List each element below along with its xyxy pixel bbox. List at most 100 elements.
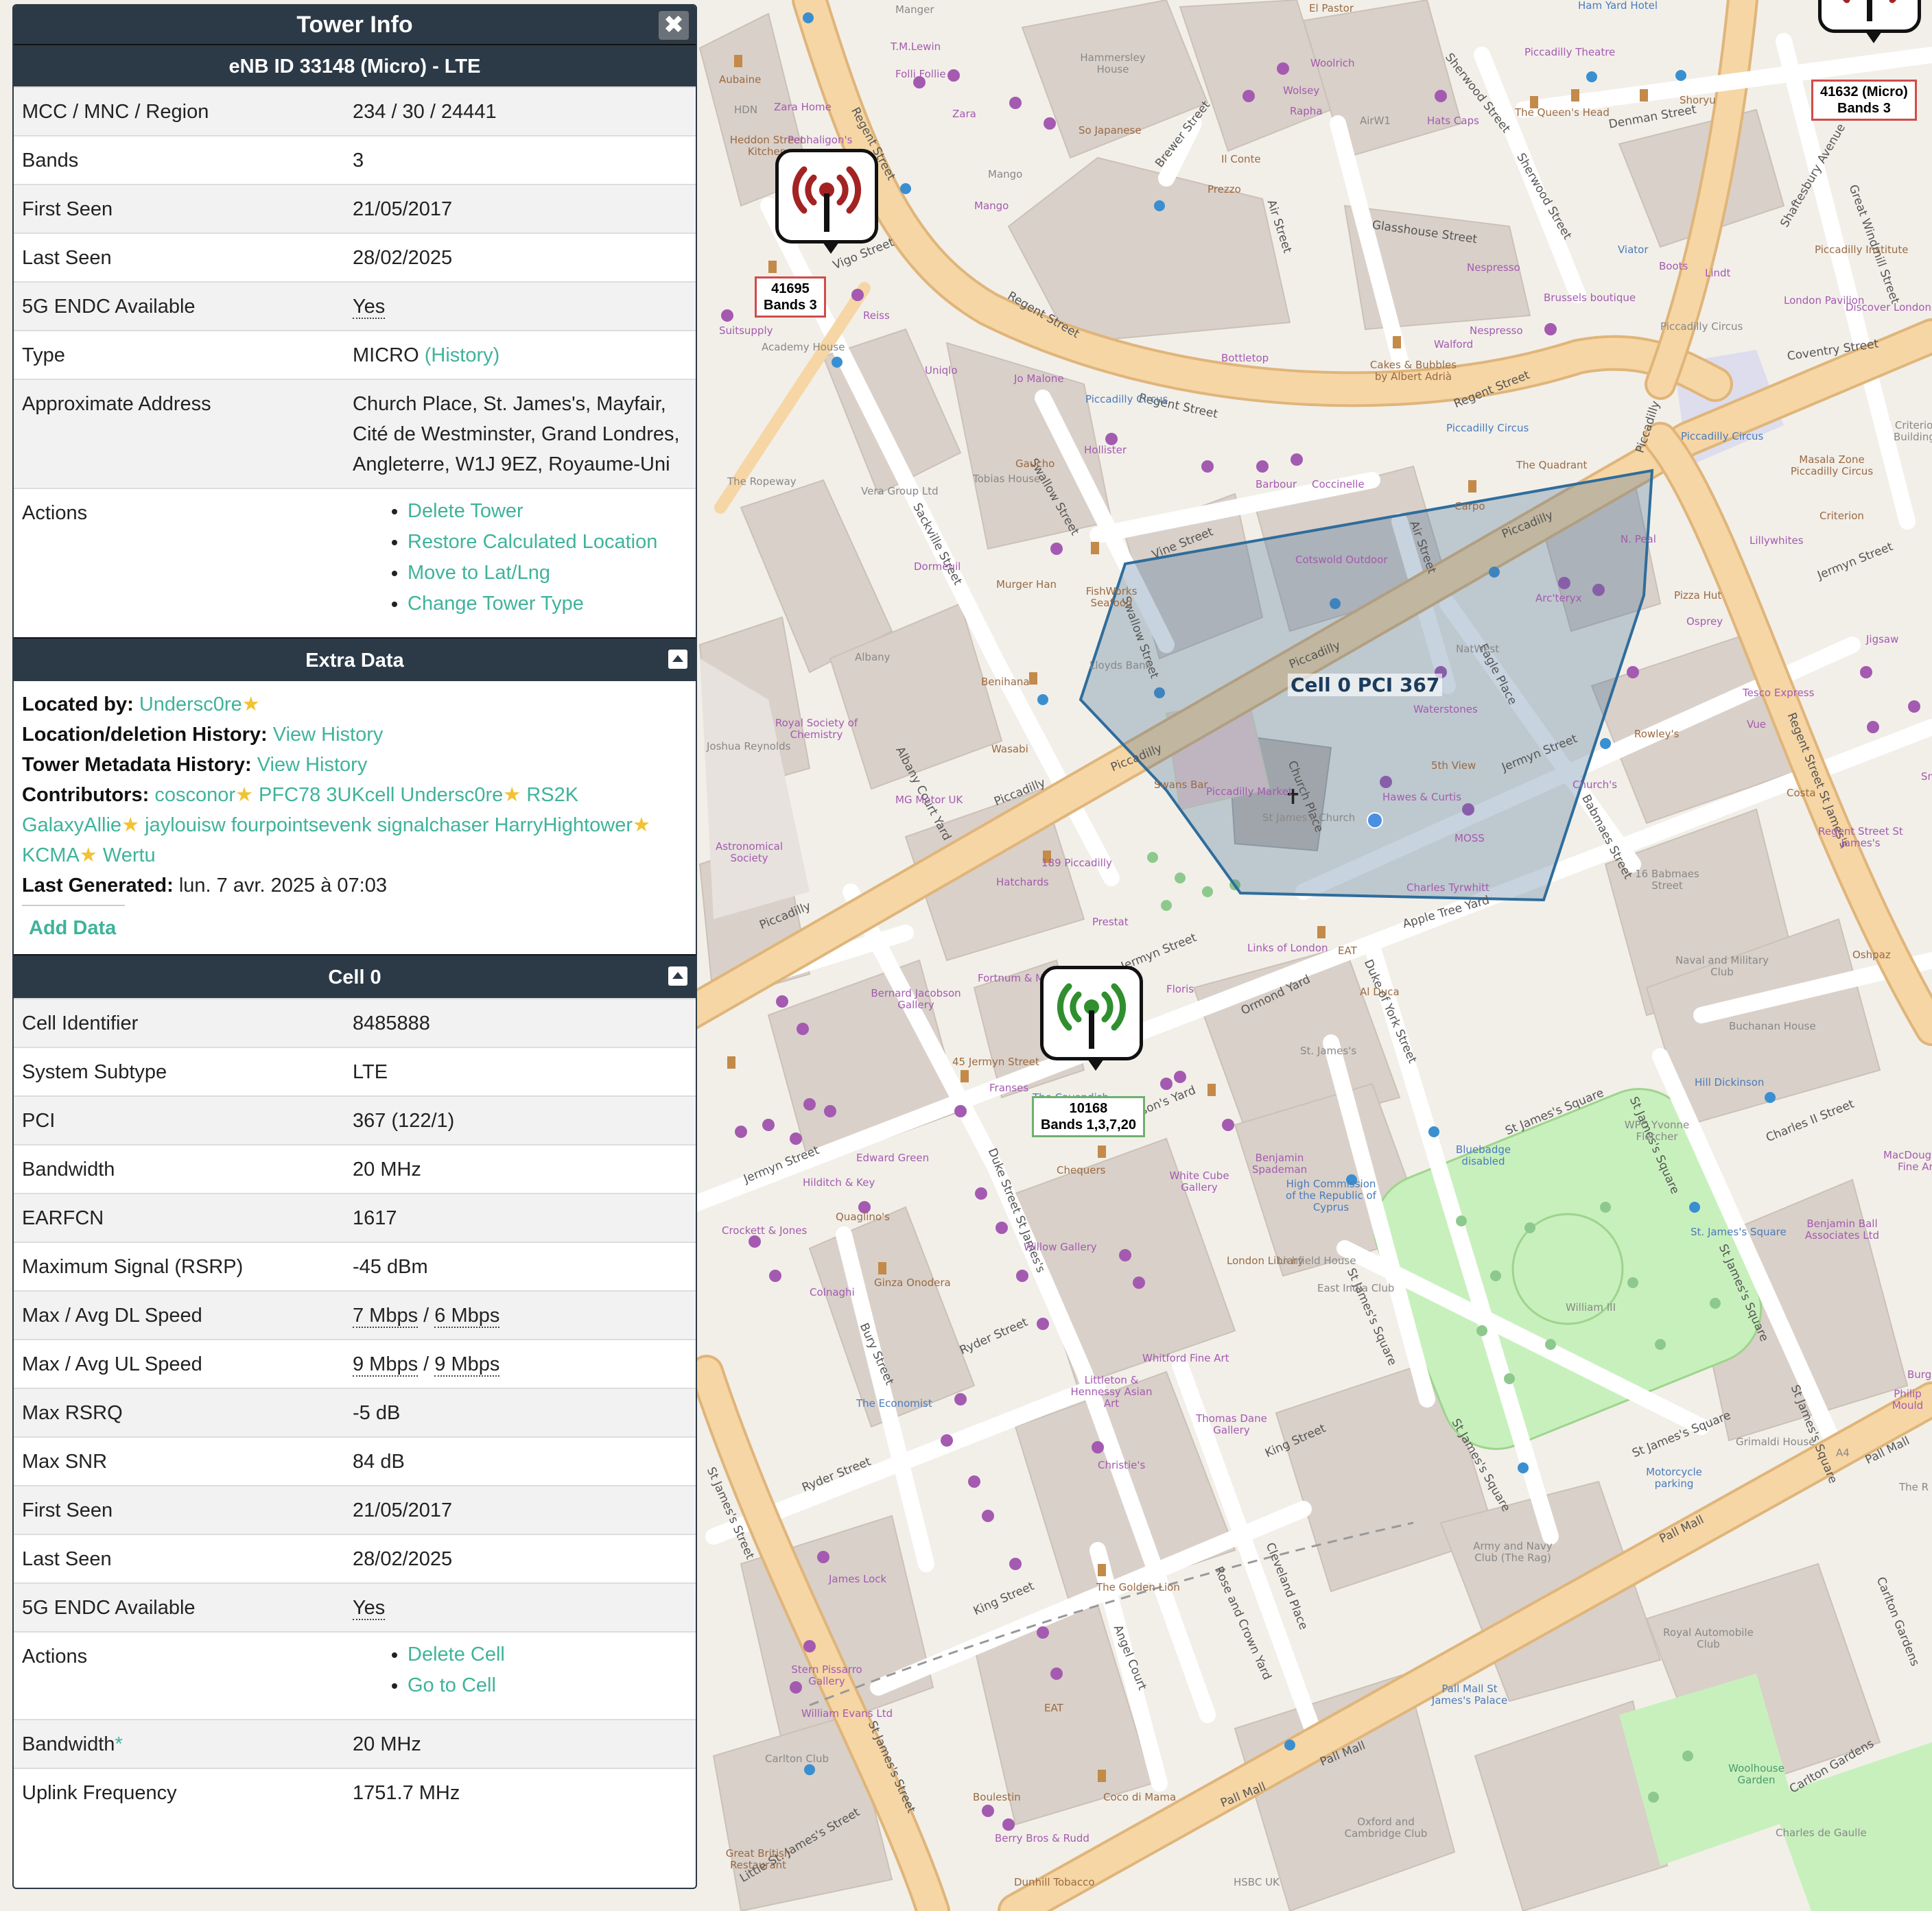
poi-label[interactable]: Al Duca xyxy=(1360,986,1400,998)
poi-label[interactable]: Murger Han xyxy=(996,579,1057,591)
poi-label[interactable]: Mango xyxy=(974,200,1009,212)
poi-label[interactable]: Wolsey xyxy=(1283,85,1319,97)
poi-label[interactable]: Oshpaz xyxy=(1852,949,1891,961)
poi-label[interactable]: Vue xyxy=(1747,719,1766,731)
poi-label[interactable]: Christie's xyxy=(1098,1460,1145,1471)
poi-label[interactable]: William Evans Ltd xyxy=(801,1708,893,1720)
poi-label[interactable]: T.M.Lewin xyxy=(891,41,941,53)
poi-label[interactable]: The R xyxy=(1899,1482,1929,1493)
poi-label[interactable]: Hats Caps xyxy=(1427,115,1479,127)
tower-action-restore-calculated-location[interactable]: Restore Calculated Location xyxy=(408,527,689,558)
poi-label[interactable]: Philip Mould xyxy=(1883,1388,1932,1412)
contributor-link[interactable]: GalaxyAllie xyxy=(22,814,121,836)
poi-label[interactable]: Criterion xyxy=(1819,510,1864,522)
poi-label[interactable]: Astronomical Society xyxy=(701,841,797,864)
poi-label[interactable]: Coco di Mama xyxy=(1103,1792,1176,1803)
poi-label[interactable]: The Economist xyxy=(856,1398,932,1410)
poi-label[interactable]: Whitford Fine Art xyxy=(1142,1353,1229,1364)
poi-label[interactable]: Mango xyxy=(988,169,1022,180)
poi-label[interactable]: MG Motor UK xyxy=(895,794,963,806)
poi-label[interactable]: Hammersley House xyxy=(1065,52,1161,75)
contributor-link[interactable]: Wertu xyxy=(103,844,156,866)
poi-label[interactable]: Uniqlo xyxy=(925,365,958,377)
poi-label[interactable]: Bernard Jacobson Gallery xyxy=(868,988,964,1011)
located-by-link[interactable]: Undersc0re xyxy=(139,693,242,715)
poi-label[interactable]: Hatchards xyxy=(996,877,1049,888)
tower-marker[interactable] xyxy=(1818,0,1921,43)
poi-label[interactable]: Piccadilly Market xyxy=(1206,786,1293,798)
poi-label[interactable]: HDN xyxy=(734,104,757,116)
poi-label[interactable]: Royal Automobile Club xyxy=(1660,1627,1756,1650)
poi-label[interactable]: Quaglino's xyxy=(836,1211,890,1223)
poi-label[interactable]: Great British Restaurant xyxy=(710,1848,806,1871)
poi-label[interactable]: Viator xyxy=(1618,244,1649,256)
poi-label[interactable]: Berry Bros & Rudd xyxy=(995,1833,1089,1844)
location-history-link[interactable]: View History xyxy=(273,724,384,746)
poi-label[interactable]: Gaucho xyxy=(1015,458,1055,470)
poi-label[interactable]: James Lock xyxy=(829,1574,886,1585)
poi-label[interactable]: AirW1 xyxy=(1360,115,1391,127)
poi-label[interactable]: Swans Bar xyxy=(1154,779,1208,791)
poi-label[interactable]: Grimaldi House xyxy=(1736,1436,1815,1448)
poi-label[interactable]: EAT xyxy=(1338,945,1357,957)
poi-label[interactable]: Ginza Onodera xyxy=(874,1277,951,1289)
poi-label[interactable]: Zara xyxy=(952,108,976,120)
poi-label[interactable]: Motorcycle parking xyxy=(1626,1467,1722,1490)
poi-label[interactable]: WPC Yvonne Fletcher xyxy=(1609,1119,1705,1143)
poi-label[interactable]: Brussels boutique xyxy=(1544,292,1636,304)
poi-label[interactable]: Colnaghi xyxy=(810,1287,855,1298)
contributor-link[interactable]: KCMA xyxy=(22,844,80,866)
poi-label[interactable]: Franses xyxy=(989,1082,1028,1094)
poi-label[interactable]: Boots xyxy=(1659,261,1688,272)
contributor-link[interactable]: jaylouisw xyxy=(145,814,226,836)
cell-action-go-to-cell[interactable]: Go to Cell xyxy=(408,1670,689,1701)
tower-action-change-tower-type[interactable]: Change Tower Type xyxy=(408,589,689,619)
poi-label[interactable]: Church's xyxy=(1572,779,1617,791)
poi-label[interactable]: Edward Green xyxy=(856,1152,929,1164)
poi-label[interactable]: Zara Home xyxy=(774,102,832,113)
poi-label[interactable]: Buchanan House xyxy=(1729,1021,1816,1032)
poi-label[interactable]: Bottletop xyxy=(1221,353,1269,364)
poi-label[interactable]: N. Peal xyxy=(1621,534,1656,545)
poi-label[interactable]: MacDougall's Fine Art xyxy=(1883,1150,1932,1173)
poi-label[interactable]: Piccadilly Institute xyxy=(1815,244,1909,256)
poi-label[interactable]: The Ropeway xyxy=(727,476,797,488)
poi-label[interactable]: Smeg xyxy=(1921,771,1932,783)
poi-label[interactable]: High Commission of the Republic of Cypru… xyxy=(1283,1178,1379,1213)
poi-label[interactable]: Tobias House xyxy=(973,473,1040,485)
poi-label[interactable]: Crockett & Jones xyxy=(722,1225,807,1237)
poi-label[interactable]: Piccadilly Circus xyxy=(1085,394,1168,405)
poi-label[interactable]: Hollister xyxy=(1084,444,1127,456)
poi-label[interactable]: MOSS xyxy=(1454,833,1485,844)
poi-label[interactable]: Prezzo xyxy=(1208,184,1241,195)
tower-label[interactable]: 41695 Bands 3 xyxy=(755,276,826,318)
poi-label[interactable]: Joshua Reynolds xyxy=(707,741,790,752)
poi-label[interactable]: Woolhouse Garden xyxy=(1708,1763,1804,1786)
cell-action-delete-cell[interactable]: Delete Cell xyxy=(408,1639,689,1670)
poi-label[interactable]: Waterstones xyxy=(1413,704,1478,715)
poi-label[interactable]: Piccadilly Theatre xyxy=(1524,47,1615,58)
metadata-history-link[interactable]: View History xyxy=(257,754,368,776)
contributor-link[interactable]: RS2K xyxy=(526,784,578,806)
close-icon[interactable]: ✖ xyxy=(659,11,689,40)
poi-label[interactable]: Piccadilly Circus xyxy=(1446,423,1529,434)
contributor-link[interactable]: Undersc0re xyxy=(400,784,503,806)
contributor-link[interactable]: PFC78 xyxy=(259,784,320,806)
poi-label[interactable]: Dormeuil xyxy=(914,561,961,573)
poi-label[interactable]: Vera Group Ltd xyxy=(861,486,939,497)
poi-label[interactable]: Naval and Military Club xyxy=(1674,955,1770,978)
poi-label[interactable]: Osprey xyxy=(1686,616,1723,628)
poi-label[interactable]: William III xyxy=(1566,1302,1616,1314)
tower-action-delete-tower[interactable]: Delete Tower xyxy=(408,496,689,527)
poi-label[interactable]: EAT xyxy=(1044,1702,1063,1714)
poi-label[interactable]: Floris xyxy=(1166,984,1194,995)
poi-label[interactable]: Cakes & Bubbles by Albert Adrià xyxy=(1365,359,1461,383)
poi-label[interactable]: Boulestin xyxy=(973,1792,1021,1803)
poi-label[interactable]: Walford xyxy=(1434,339,1473,351)
poi-label[interactable]: Nespresso xyxy=(1467,262,1520,274)
poi-label[interactable]: Littleton & Hennessy Asian Art xyxy=(1063,1375,1159,1410)
poi-label[interactable]: Costa xyxy=(1787,787,1816,799)
tower-marker[interactable] xyxy=(775,149,878,254)
poi-label[interactable]: Royal Society of Chemistry xyxy=(768,717,864,741)
poi-label[interactable]: Bluebadge disabled xyxy=(1435,1144,1531,1167)
